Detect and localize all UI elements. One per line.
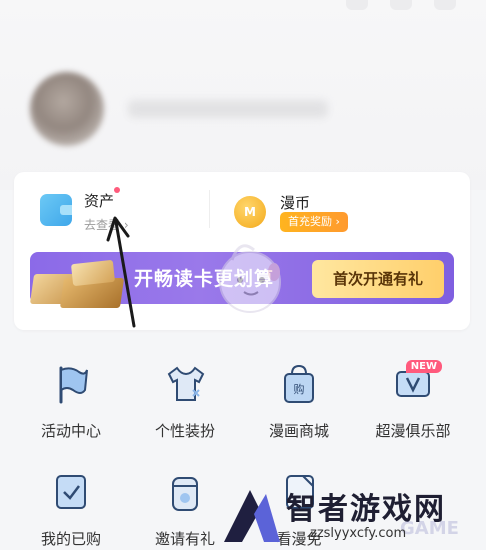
shopping-bag-icon: 购 <box>284 364 314 403</box>
first-recharge-badge[interactable]: 首充奖励 › <box>280 212 348 232</box>
watermark: 智者游戏网 GAME zzslyyxcfy.com <box>200 478 486 550</box>
annotation-arrow-icon <box>106 216 136 328</box>
watermark-url: zzslyyxcfy.com <box>310 526 407 541</box>
menu-item-my-purchased[interactable]: 我的已购 <box>16 470 126 549</box>
header-icon[interactable] <box>434 0 456 10</box>
avatar[interactable] <box>30 72 104 146</box>
wallet-icon[interactable] <box>40 194 72 226</box>
svg-text:购: 购 <box>294 382 305 396</box>
divider <box>209 190 210 228</box>
purchased-book-icon <box>56 475 86 509</box>
menu-label: 我的已购 <box>40 530 101 548</box>
notification-dot <box>114 187 120 193</box>
menu-item-comic-store[interactable]: 购 漫画商城 <box>244 362 354 441</box>
menu-label: 个性装扮 <box>154 422 215 440</box>
tshirt-icon <box>167 366 205 401</box>
new-badge: NEW <box>405 360 442 373</box>
header-icon[interactable] <box>346 0 368 10</box>
coin-icon[interactable]: M <box>234 196 266 228</box>
menu-item-super-club[interactable]: NEW 超漫俱乐部 <box>358 360 468 441</box>
watermark-logo-icon <box>224 490 280 542</box>
mascot-icon <box>219 244 281 313</box>
asset-title[interactable]: 资产 <box>84 190 114 211</box>
menu-label: 超漫俱乐部 <box>375 422 451 440</box>
username-blurred <box>128 100 328 118</box>
menu-item-activity-center[interactable]: 活动中心 <box>16 362 126 441</box>
menu-label: 漫画商城 <box>268 422 329 440</box>
header-icons <box>346 0 456 10</box>
menu-label: 活动中心 <box>40 422 101 440</box>
coin-title[interactable]: 漫币 <box>280 192 310 213</box>
flag-icon <box>59 366 88 404</box>
menu-item-personal-decor[interactable]: 个性装扮 <box>130 362 240 441</box>
vip-open-button[interactable]: 首次开通有礼 <box>312 260 444 298</box>
header-icon[interactable] <box>390 0 412 10</box>
watermark-game-text: GAME <box>400 518 459 539</box>
